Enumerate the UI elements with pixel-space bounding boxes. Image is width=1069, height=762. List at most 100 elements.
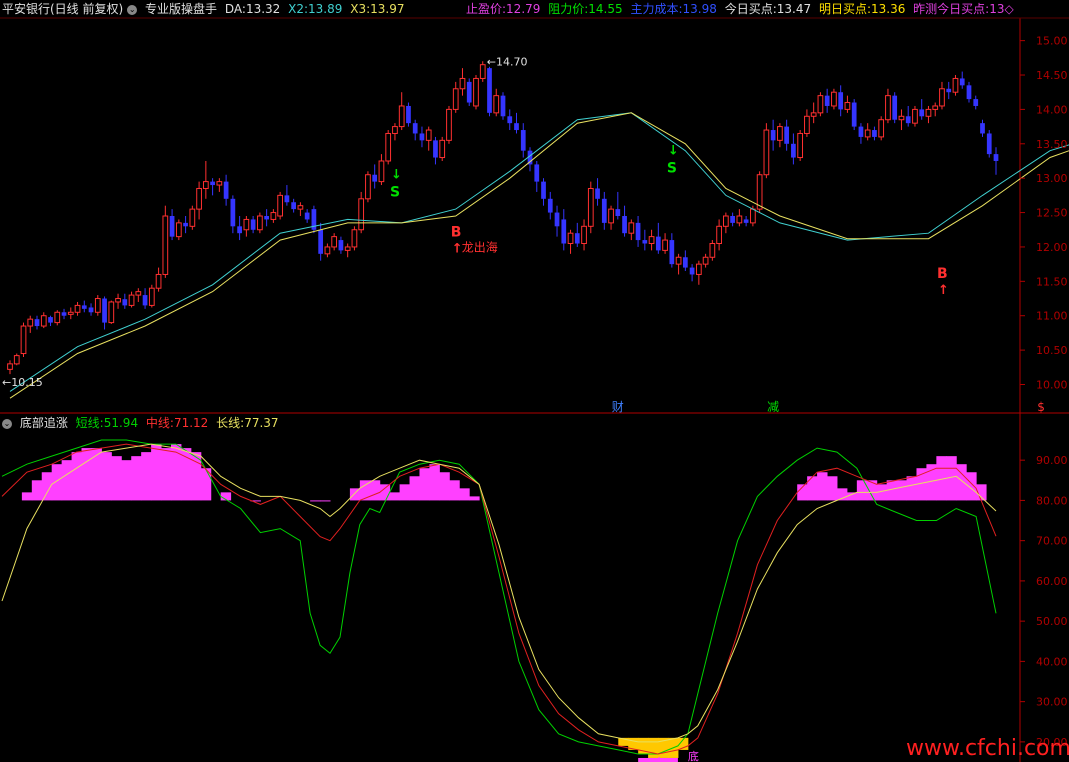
sub-indicator-name[interactable]: 底部追涨 xyxy=(20,416,68,430)
candle-body xyxy=(183,222,188,227)
candle-body xyxy=(439,139,446,159)
candle-body xyxy=(344,246,351,251)
magenta-bar xyxy=(439,472,450,501)
candle-body xyxy=(709,243,716,258)
candle-body xyxy=(966,85,972,100)
candle-body xyxy=(514,123,519,131)
cost-label: 主力成本: xyxy=(630,2,683,16)
candle-body xyxy=(932,105,939,110)
price-tick-label: 14.00 xyxy=(1036,103,1068,116)
candle-body xyxy=(872,130,877,137)
candle-body xyxy=(148,287,155,306)
candle-body xyxy=(730,216,735,223)
short-value: 51.94 xyxy=(103,416,139,430)
candle-body xyxy=(230,198,236,227)
magenta-bar xyxy=(141,452,152,501)
moving-average-lines xyxy=(9,112,1069,399)
candle-body xyxy=(797,132,804,159)
candle-body xyxy=(210,181,215,186)
candle-body xyxy=(919,109,925,117)
magenta-bar xyxy=(807,476,818,501)
candle-body xyxy=(986,133,992,155)
watermark: www.cfchi.com xyxy=(906,736,1069,761)
event-marker: 财 xyxy=(612,400,624,414)
magenta-bar xyxy=(817,472,828,501)
candle-body xyxy=(425,129,432,141)
candle-body xyxy=(716,225,722,245)
candle-body xyxy=(702,256,709,265)
x2-value: 13.89 xyxy=(308,2,343,16)
candle-body xyxy=(980,123,985,134)
candle-body xyxy=(520,130,526,151)
osc-tick-label: 90.00 xyxy=(1036,454,1068,467)
candle-body xyxy=(689,267,695,275)
candle-body xyxy=(189,208,196,227)
candle-body xyxy=(365,174,371,200)
main-header-right: 止盈价:12.79 阻力价:14.55 主力成本:13.98 今日买点:13.4… xyxy=(466,0,1018,18)
candle-body xyxy=(959,78,965,86)
candle-body xyxy=(358,198,365,231)
candle-body xyxy=(587,187,594,227)
magenta-bar xyxy=(469,496,480,501)
candle-body xyxy=(351,229,358,248)
stock-title[interactable]: 平安银行(日线 前复权) xyxy=(2,2,123,16)
candle-body xyxy=(763,129,770,176)
candle-body xyxy=(581,225,587,245)
magenta-bar xyxy=(399,484,411,501)
candle-body xyxy=(398,105,405,128)
candle-body xyxy=(993,154,999,161)
candle-body xyxy=(250,219,256,230)
candle-body xyxy=(777,126,783,141)
event-marker: $ xyxy=(1037,400,1045,414)
candle-body xyxy=(784,126,790,144)
stop-value: 12.79 xyxy=(506,2,541,16)
candle-body xyxy=(433,140,438,158)
candle-body xyxy=(291,202,297,210)
candle-body xyxy=(257,215,263,231)
candle-body xyxy=(284,195,290,203)
x2-label: X2: xyxy=(288,2,309,16)
candle-body xyxy=(338,240,344,251)
short-label: 短线: xyxy=(75,416,104,430)
magenta-bar xyxy=(896,480,908,501)
sell-arrow-icon: ↓ xyxy=(668,143,679,158)
candle-body xyxy=(770,130,776,141)
candle-body xyxy=(20,325,27,355)
candle-body xyxy=(102,298,107,323)
magenta-bar xyxy=(320,500,331,502)
mid-value: 71.12 xyxy=(173,416,209,430)
osc-tick-label: 60.00 xyxy=(1036,575,1068,588)
magenta-bar xyxy=(131,456,142,501)
candle-body xyxy=(756,174,763,210)
forecast-label: 昨测今日买点: xyxy=(913,2,990,16)
indicator-name[interactable]: 专业版操盘手 xyxy=(145,2,217,16)
buy-signal: B xyxy=(937,266,948,282)
magenta-bar xyxy=(449,480,460,501)
yellow-bar xyxy=(648,737,659,758)
magenta-bar xyxy=(379,484,391,501)
candle-body xyxy=(912,108,918,124)
stock-chart-window: ←14.70←10.15↓SB↑龙出海↓SB↑↓S财减$ 底底 15.0014.… xyxy=(0,0,1069,762)
candle-body xyxy=(682,257,688,268)
price-tick-label: 13.00 xyxy=(1036,172,1068,185)
osc-tick-label: 30.00 xyxy=(1036,696,1068,709)
magenta-bar xyxy=(61,460,73,501)
magenta-bar xyxy=(906,476,917,501)
candle-body xyxy=(722,215,729,227)
candle-body xyxy=(142,295,148,306)
x3-label: X3: xyxy=(350,2,371,16)
sell-signal: S xyxy=(390,184,400,200)
price-tick-label: 13.50 xyxy=(1036,138,1068,151)
magenta-bar xyxy=(429,464,440,501)
candle-body xyxy=(324,246,331,255)
candle-body xyxy=(925,108,932,117)
candle-body xyxy=(34,319,40,327)
price-tick-label: 12.00 xyxy=(1036,241,1068,254)
chevron-down-icon[interactable]: ⌄ xyxy=(2,418,12,429)
candle-body xyxy=(196,187,202,210)
candle-body xyxy=(898,115,905,121)
candle-body xyxy=(743,219,749,223)
price-tick-label: 11.50 xyxy=(1036,275,1068,288)
candle-body xyxy=(67,311,74,315)
chevron-down-icon[interactable]: ⌄ xyxy=(127,4,138,15)
